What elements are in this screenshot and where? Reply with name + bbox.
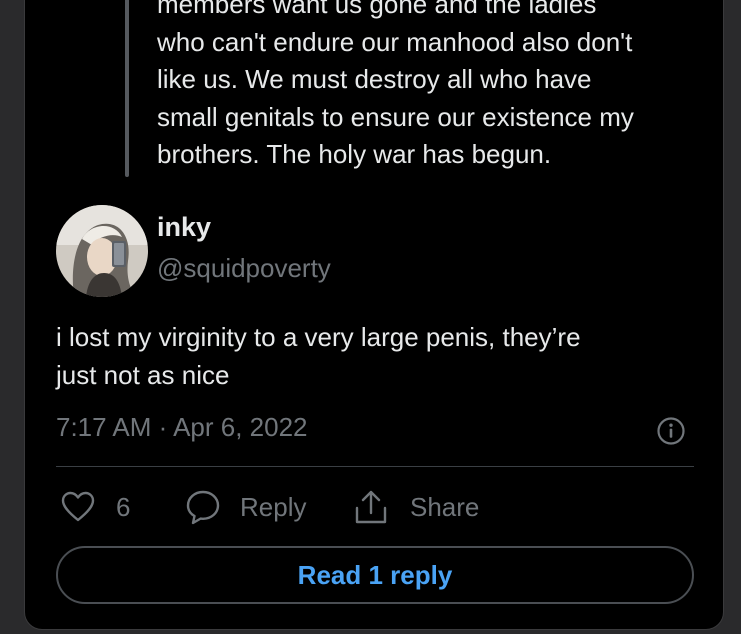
avatar-photo — [56, 205, 148, 297]
tweet-text: i lost my virginity to a very large peni… — [56, 318, 696, 394]
action-bar: 6 Reply Share — [60, 487, 700, 527]
timestamp[interactable]: 7:17 AM · Apr 6, 2022 — [56, 412, 308, 443]
tweet-text-line: i lost my virginity to a very large peni… — [56, 322, 581, 352]
like-button[interactable]: 6 — [60, 487, 130, 527]
author-name[interactable]: inky — [157, 212, 211, 243]
heart-icon — [61, 491, 95, 522]
author-handle[interactable]: @squidpoverty — [157, 253, 331, 284]
share-label: Share — [410, 491, 480, 522]
reply-button[interactable]: Reply — [184, 487, 306, 527]
parent-tweet-text: members want us gone and the ladies who … — [157, 0, 717, 174]
info-icon[interactable] — [656, 416, 686, 446]
parent-tweet-line: small genitals to ensure our existence m… — [157, 101, 634, 132]
divider — [56, 466, 694, 467]
thread-line — [125, 0, 129, 177]
parent-tweet-line: like us. We must destroy all who have — [157, 64, 592, 94]
reply-label: Reply — [240, 491, 307, 522]
parent-tweet-line: who can't endure our manhood also don't — [157, 26, 633, 57]
parent-tweet-line: members want us gone and the ladies — [157, 0, 597, 19]
like-count: 6 — [116, 491, 131, 522]
avatar[interactable] — [56, 205, 148, 297]
share-button[interactable]: Share — [352, 487, 479, 527]
read-replies-button[interactable]: Read 1 reply — [56, 546, 694, 604]
share-icon — [355, 490, 387, 524]
reply-bubble-icon — [186, 490, 220, 525]
parent-tweet-line: brothers. The holy war has begun. — [157, 139, 552, 169]
tweet-text-line: just not as nice — [56, 360, 230, 390]
